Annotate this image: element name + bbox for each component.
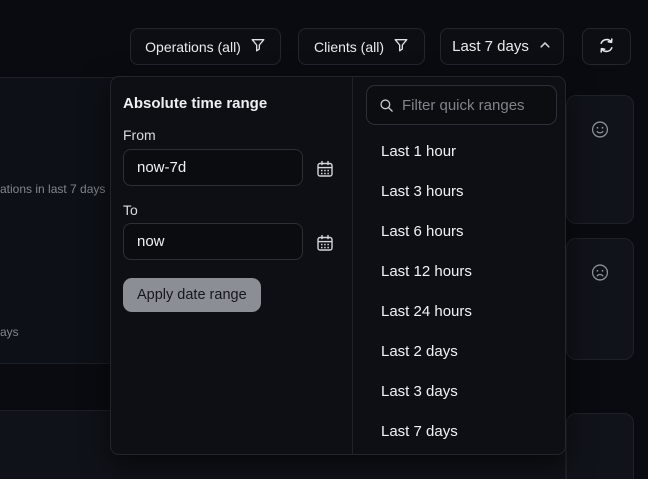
- quick-range-option[interactable]: Last 24 hours: [353, 291, 565, 331]
- frowny-face-icon: [592, 264, 609, 286]
- quick-range-option[interactable]: Last 1 hour: [353, 131, 565, 171]
- quick-range-option[interactable]: Last 7 days: [353, 411, 565, 451]
- absolute-time-range-section: Absolute time range From To: [111, 77, 353, 454]
- quick-range-option[interactable]: Last 6 hours: [353, 211, 565, 251]
- time-range-button[interactable]: Last 7 days: [440, 28, 564, 65]
- clients-filter-button[interactable]: Clients (all): [298, 28, 425, 65]
- apply-date-range-button[interactable]: Apply date range: [123, 278, 261, 312]
- operations-filter-label: Operations (all): [145, 39, 241, 55]
- calendar-icon[interactable]: [316, 234, 334, 257]
- background-card-right-top: [566, 95, 634, 224]
- chevron-up-icon: [538, 38, 552, 56]
- quick-range-option[interactable]: Last 12 hours: [353, 251, 565, 291]
- absolute-time-range-title: Absolute time range: [123, 95, 267, 112]
- refresh-icon: [597, 36, 616, 58]
- calendar-icon[interactable]: [316, 160, 334, 183]
- background-card-right-middle: [566, 238, 634, 360]
- to-label: To: [123, 202, 138, 218]
- refresh-button[interactable]: [582, 28, 631, 65]
- background-text-fragment-bottom: ays: [0, 325, 19, 339]
- from-label: From: [123, 127, 156, 143]
- quick-range-option[interactable]: Last 3 days: [353, 371, 565, 411]
- quick-ranges-search-box[interactable]: [366, 85, 557, 125]
- smiley-face-icon: [592, 121, 609, 143]
- dashboard-time-picker-screen: ations in last 7 days ays Operations (al…: [0, 0, 648, 479]
- quick-ranges-section: Last 1 hour Last 3 hours Last 6 hours La…: [353, 77, 565, 454]
- funnel-icon: [393, 37, 409, 56]
- time-range-label: Last 7 days: [452, 38, 529, 55]
- background-text-fragment-top: ations in last 7 days: [0, 182, 105, 196]
- to-input[interactable]: [123, 223, 303, 260]
- from-input[interactable]: [123, 149, 303, 186]
- quick-ranges-list: Last 1 hour Last 3 hours Last 6 hours La…: [353, 131, 565, 451]
- operations-filter-button[interactable]: Operations (all): [130, 28, 281, 65]
- funnel-icon: [250, 37, 266, 56]
- quick-range-option[interactable]: Last 3 hours: [353, 171, 565, 211]
- filter-quick-ranges-input[interactable]: [394, 97, 556, 114]
- quick-range-option[interactable]: Last 2 days: [353, 331, 565, 371]
- time-picker-panel: Absolute time range From To: [110, 76, 566, 455]
- background-card-right-bottom: [566, 413, 634, 479]
- clients-filter-label: Clients (all): [314, 39, 384, 55]
- search-icon: [379, 98, 394, 113]
